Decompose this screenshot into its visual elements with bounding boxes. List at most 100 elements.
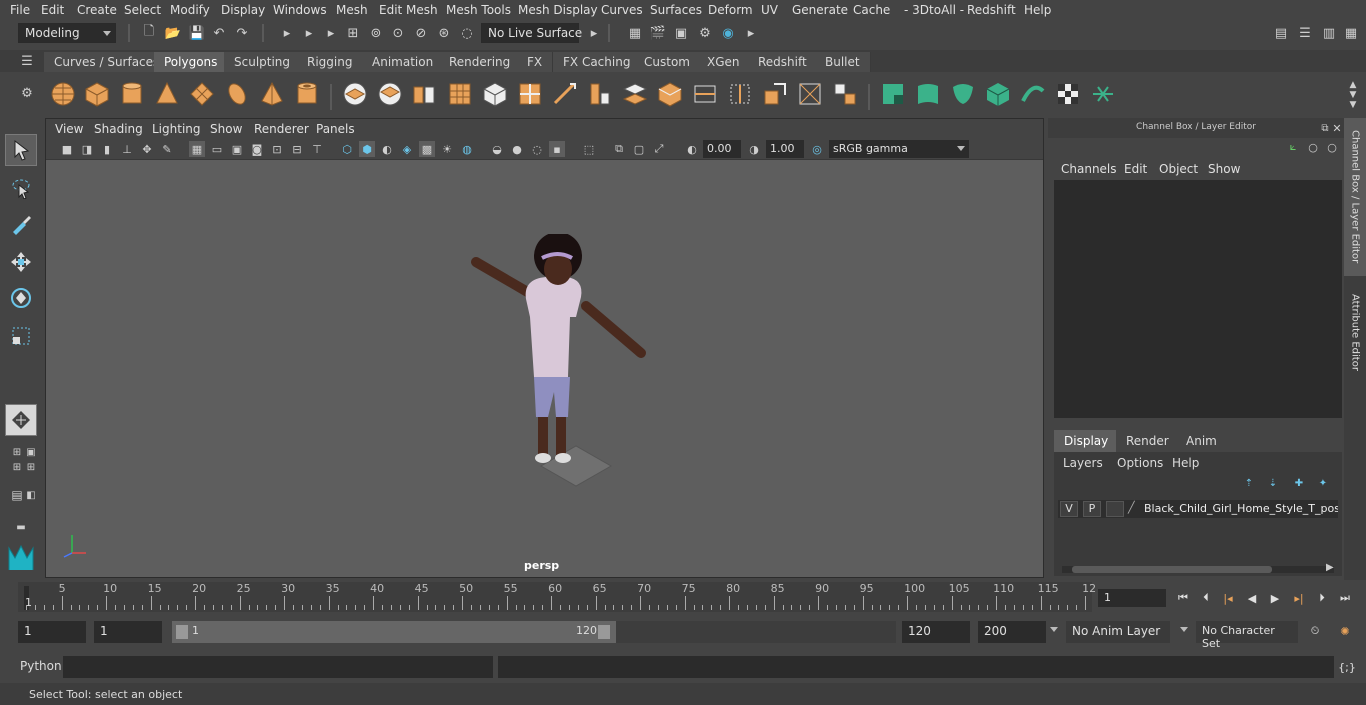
menu-mesh-display[interactable]: Mesh Display: [518, 3, 598, 17]
color-management-icon[interactable]: ◎: [809, 141, 825, 157]
anim-layer-dropdown[interactable]: No Anim Layer: [1066, 621, 1170, 643]
auto-key-icon[interactable]: ⏲: [1306, 622, 1324, 640]
mirror-icon[interactable]: [409, 79, 439, 109]
layout-icon[interactable]: ⊞: [22, 458, 40, 476]
gamma-field[interactable]: 1.00: [766, 140, 804, 158]
camera-select-icon[interactable]: ■: [59, 141, 75, 157]
colorspace-dropdown[interactable]: sRGB gamma: [829, 140, 969, 158]
script-language-label[interactable]: Python: [20, 659, 62, 673]
menu-deform[interactable]: Deform: [708, 3, 753, 17]
move-layer-down-icon[interactable]: ⇣: [1264, 474, 1282, 492]
axis-icon[interactable]: ⟀: [1284, 138, 1302, 156]
poly-sphere-icon[interactable]: [48, 79, 78, 109]
multisample-aa-icon[interactable]: ●: [509, 141, 525, 157]
script-editor-icon[interactable]: {;}: [1338, 658, 1356, 676]
cb-menu-edit[interactable]: Edit: [1124, 162, 1147, 176]
multi-cut-icon[interactable]: [725, 79, 755, 109]
persp-viewport[interactable]: View Shading Lighting Show Renderer Pane…: [45, 118, 1044, 578]
cb-menu-channels[interactable]: Channels: [1061, 162, 1117, 176]
hypershade-icon[interactable]: ◉: [719, 24, 737, 42]
step-back-icon[interactable]: ⏴: [1197, 589, 1215, 607]
lasso-tool-icon[interactable]: [5, 172, 37, 204]
layer-tab-anim[interactable]: Anim: [1176, 430, 1227, 452]
gamma-icon[interactable]: ◑: [746, 141, 762, 157]
viewport-menu-renderer[interactable]: Renderer: [254, 122, 309, 136]
character-set-dropdown[interactable]: No Character Set: [1196, 621, 1298, 650]
attribute-editor-icon[interactable]: ▥: [1320, 24, 1338, 42]
menu-modify[interactable]: Modify: [170, 3, 210, 17]
shelf-tab-xgen[interactable]: XGen: [697, 52, 751, 72]
shelf-menu-icon[interactable]: ☰: [18, 52, 36, 70]
bridge-icon[interactable]: [585, 79, 615, 109]
cb-menu-object[interactable]: Object: [1159, 162, 1198, 176]
play-forward-icon[interactable]: ▶: [1266, 589, 1284, 607]
shelf-menu-icon[interactable]: ▼: [1344, 96, 1362, 114]
menu-help[interactable]: Help: [1024, 3, 1051, 17]
more-icon[interactable]: ▸: [742, 24, 760, 42]
layer-menu-layers[interactable]: Layers: [1063, 456, 1103, 470]
menu-cache[interactable]: Cache: [853, 3, 890, 17]
circle-icon[interactable]: ○: [1323, 138, 1341, 156]
horizontal-scrollbar[interactable]: [1062, 566, 1334, 573]
wireframe-icon[interactable]: ⬡: [339, 141, 355, 157]
playback-end-field[interactable]: 120: [902, 621, 970, 643]
scroll-right-icon[interactable]: ▶: [1326, 562, 1334, 573]
target-weld-icon[interactable]: [760, 79, 790, 109]
render-view-icon[interactable]: ▦: [626, 24, 644, 42]
menu-create[interactable]: Create: [77, 3, 117, 17]
grid-icon[interactable]: ▦: [189, 141, 205, 157]
step-back-key-icon[interactable]: |◂: [1219, 589, 1237, 607]
side-tab-channel-box[interactable]: Channel Box / Layer Editor: [1344, 118, 1366, 276]
grease-pencil-icon[interactable]: ✎: [159, 141, 175, 157]
use-all-lights-icon[interactable]: ▩: [419, 141, 435, 157]
selection-mask-icon[interactable]: ▸: [322, 24, 340, 42]
exposure-icon[interactable]: ◐: [684, 141, 700, 157]
outliner-icon[interactable]: ☰: [1296, 24, 1314, 42]
current-frame-field[interactable]: 1: [1098, 589, 1166, 607]
poly-pipe-icon[interactable]: [292, 79, 322, 109]
snap-view-icon[interactable]: ⊘: [412, 24, 430, 42]
ipr-render-icon[interactable]: ▣: [672, 24, 690, 42]
menu-surfaces[interactable]: Surfaces: [650, 3, 702, 17]
extrude-icon[interactable]: [550, 79, 580, 109]
append-icon[interactable]: [655, 79, 685, 109]
new-layer-icon[interactable]: ✚: [1290, 474, 1308, 492]
open-scene-icon[interactable]: 📂: [164, 24, 182, 42]
paint-select-tool-icon[interactable]: [5, 208, 37, 240]
layer-tab-display[interactable]: Display: [1054, 430, 1119, 452]
menu-3dtoall[interactable]: - 3DtoAll -: [904, 3, 964, 17]
channel-box-icon[interactable]: ▦: [1342, 24, 1360, 42]
remesh-icon[interactable]: [515, 79, 545, 109]
menu-select[interactable]: Select: [124, 3, 161, 17]
render-settings-icon[interactable]: ⚙: [696, 24, 714, 42]
isolate-select-icon[interactable]: ▪: [549, 141, 565, 157]
selection-mask-icon[interactable]: ▸: [278, 24, 296, 42]
uv-spherical-icon[interactable]: [948, 79, 978, 109]
character-model[interactable]: [446, 234, 666, 494]
shelf-tab-sculpting[interactable]: Sculpting: [224, 52, 302, 72]
shelf-tab-custom[interactable]: Custom: [634, 52, 701, 72]
gear-icon[interactable]: ⚙: [18, 84, 36, 102]
command-input[interactable]: [63, 656, 493, 678]
viewport-menu-shading[interactable]: Shading: [94, 122, 143, 136]
render-frame-icon[interactable]: 🎬: [649, 24, 667, 42]
layer-row[interactable]: V P ╱ Black_Child_Girl_Home_Style_T_pose…: [1058, 500, 1338, 518]
menu-edit-mesh[interactable]: Edit Mesh: [379, 3, 438, 17]
shelf-tab-rigging[interactable]: Rigging: [297, 52, 364, 72]
layer-menu-options[interactable]: Options: [1117, 456, 1163, 470]
smooth-shade-icon[interactable]: ⬢: [359, 141, 375, 157]
layer-tab-render[interactable]: Render: [1116, 430, 1179, 452]
new-scene-icon[interactable]: 🗋: [140, 24, 158, 42]
film-gate-icon[interactable]: ▭: [209, 141, 225, 157]
circle-icon[interactable]: ○: [1304, 138, 1322, 156]
layout-icon[interactable]: ▬: [12, 518, 30, 536]
layer-display-type[interactable]: [1106, 501, 1124, 517]
collapse-icon[interactable]: [795, 79, 825, 109]
uv-cylindrical-icon[interactable]: [913, 79, 943, 109]
chevron-down-icon[interactable]: [1180, 627, 1188, 632]
live-surface-field[interactable]: No Live Surface: [481, 23, 582, 43]
menu-uv[interactable]: UV: [761, 3, 778, 17]
shadows-icon[interactable]: ☀: [439, 141, 455, 157]
layout-icon[interactable]: ◧: [22, 486, 40, 504]
shelf-tab-fx-caching[interactable]: FX Caching: [553, 52, 642, 72]
